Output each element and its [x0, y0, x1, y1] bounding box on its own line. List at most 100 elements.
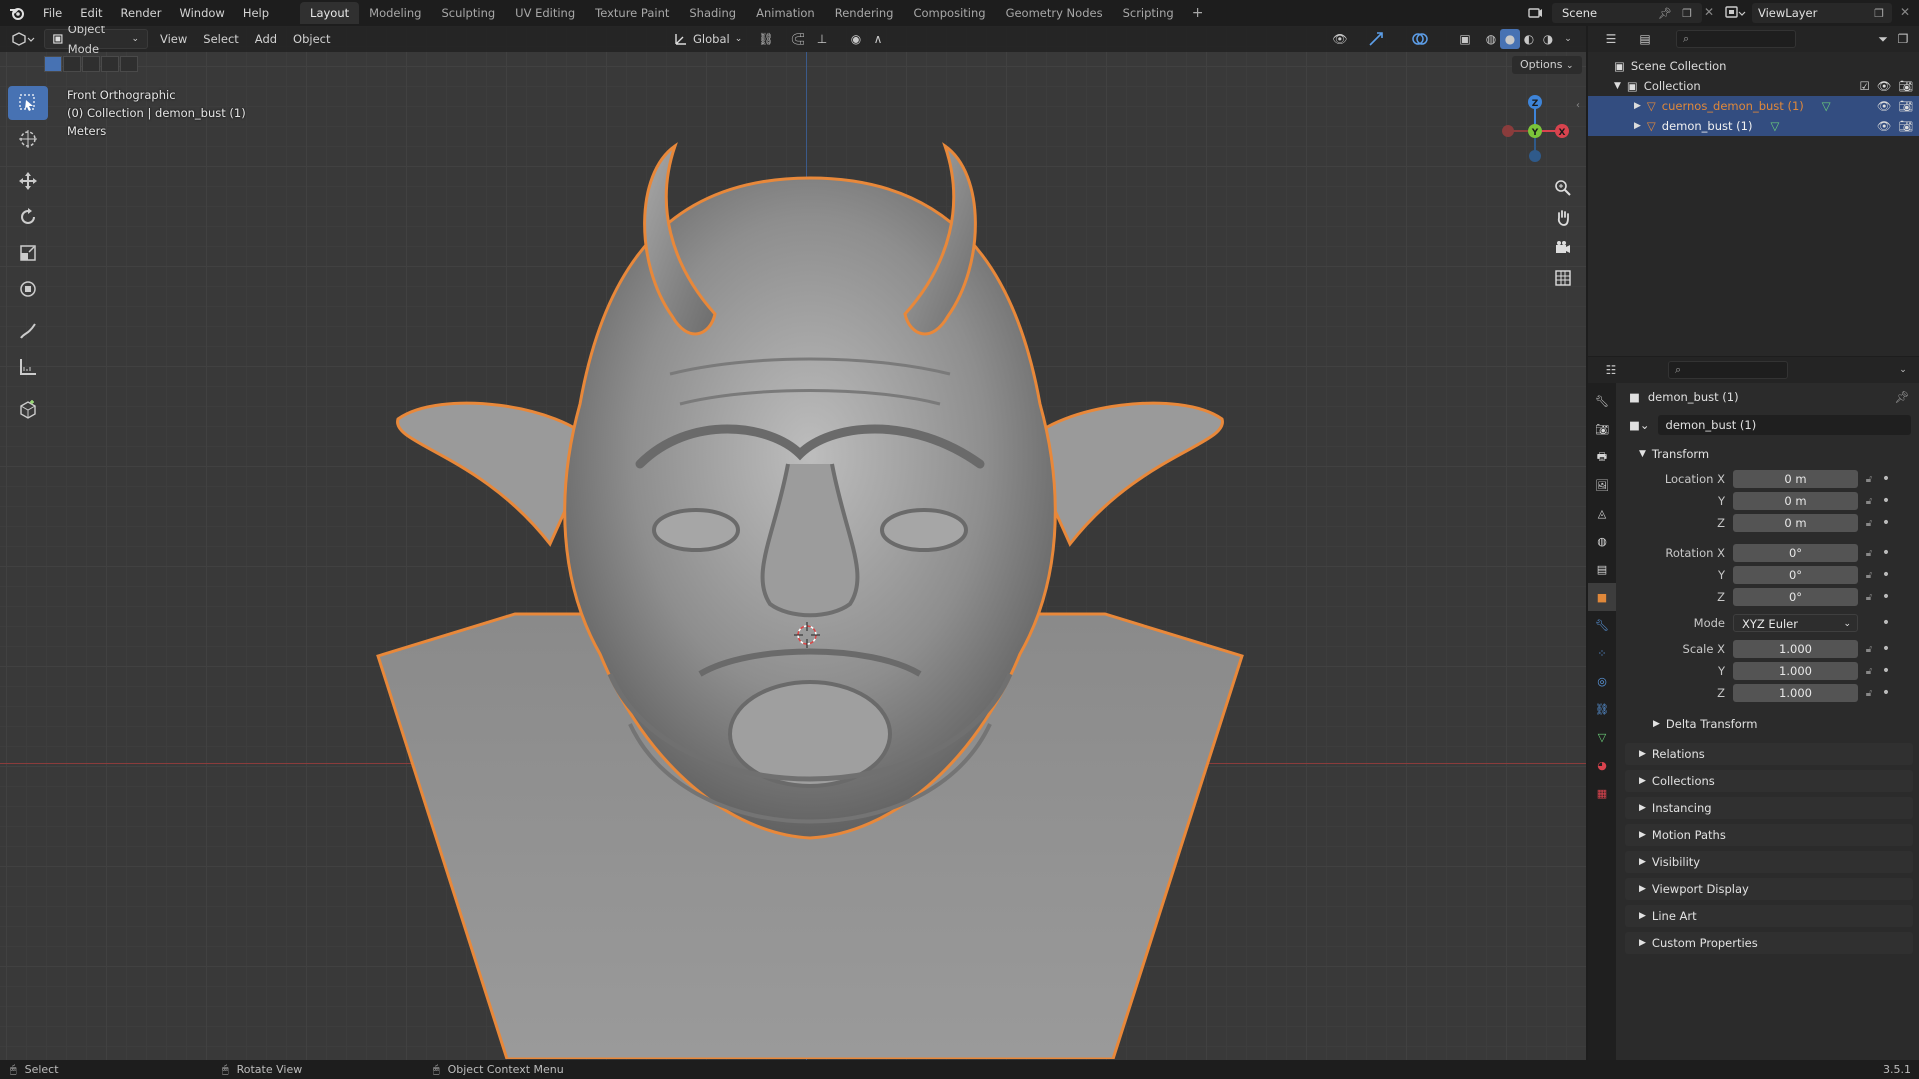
keyframe-dot-icon[interactable]: •	[1880, 641, 1892, 657]
add-cube-tool-icon[interactable]	[8, 392, 48, 426]
output-tab-icon[interactable]: 🖶	[1588, 443, 1616, 471]
annotate-tool-icon[interactable]	[8, 314, 48, 348]
lock-icon[interactable]: 🔓︎	[1858, 644, 1880, 655]
tab-layout[interactable]: Layout	[300, 2, 360, 24]
outliner-search-input[interactable]: ⌕	[1676, 30, 1796, 48]
properties-search-input[interactable]: ⌕	[1668, 361, 1788, 379]
lock-icon[interactable]: 🔓︎	[1858, 548, 1880, 559]
location-z-field[interactable]: 0 m	[1733, 514, 1858, 532]
object-tab-icon[interactable]: ■	[1588, 583, 1616, 611]
delta-transform-header[interactable]: ▶ Delta Transform	[1639, 713, 1913, 735]
tool-tab-icon[interactable]: 🔧︎	[1588, 387, 1616, 415]
xray-toggle-icon[interactable]: ▣	[1455, 29, 1475, 49]
mesh-data-icon[interactable]: ▽	[1770, 119, 1779, 133]
tab-animation[interactable]: Animation	[746, 2, 825, 24]
chevron-down-icon[interactable]: ⌄	[1893, 360, 1913, 380]
render-tab-icon[interactable]: 📷︎	[1588, 415, 1616, 443]
lock-icon[interactable]: 🔓︎	[1858, 570, 1880, 581]
tab-texture-paint[interactable]: Texture Paint	[585, 2, 679, 24]
keyframe-dot-icon[interactable]: •	[1880, 493, 1892, 509]
material-preview-icon[interactable]: ◐	[1519, 29, 1539, 49]
snap-icon[interactable]: 🧲︎	[788, 29, 808, 49]
camera-view-icon[interactable]	[1549, 234, 1577, 262]
view-layer-icon[interactable]	[1724, 4, 1746, 25]
expand-chevron-icon[interactable]: ▶	[1634, 101, 1641, 111]
tab-sculpting[interactable]: Sculpting	[431, 2, 505, 24]
scene-field[interactable]: Scene 📌︎ ❐	[1552, 3, 1702, 23]
new-collection-icon[interactable]: ❐	[1893, 29, 1913, 49]
menu-render[interactable]: Render	[112, 0, 171, 26]
3d-viewport[interactable]: Object Mode ⌄ View Select Add Object Glo…	[0, 26, 1586, 1060]
tab-geometry-nodes[interactable]: Geometry Nodes	[996, 2, 1113, 24]
object-browse-icon[interactable]: ■⌄	[1629, 418, 1650, 432]
new-scene-icon[interactable]: ❐	[1682, 7, 1692, 20]
delete-scene-icon[interactable]: ✕	[1704, 5, 1714, 19]
falloff-icon[interactable]: ∧	[868, 29, 888, 49]
view-layer-tab-icon[interactable]: 🖼︎	[1588, 471, 1616, 499]
exclude-checkbox-icon[interactable]: ☑	[1859, 79, 1869, 93]
editor-type-icon[interactable]	[8, 29, 38, 49]
rotation-x-field[interactable]: 0°	[1733, 544, 1858, 562]
object-name-field[interactable]: demon_bust (1)	[1657, 415, 1911, 435]
pin-icon[interactable]: 📌︎	[1894, 390, 1909, 404]
tab-modeling[interactable]: Modeling	[359, 2, 431, 24]
filter-icon[interactable]: ⏷	[1873, 29, 1893, 49]
display-mode-icon[interactable]: ▤	[1630, 29, 1660, 49]
gizmo-toggle-icon[interactable]	[1366, 29, 1386, 49]
move-tool-icon[interactable]	[8, 164, 48, 198]
menu-edit[interactable]: Edit	[71, 0, 111, 26]
relations-panel-header[interactable]: ▶ Relations	[1625, 743, 1913, 765]
physics-tab-icon[interactable]: ◎	[1588, 667, 1616, 695]
tree-scene-collection[interactable]: ▣ Scene Collection	[1588, 56, 1919, 76]
transform-tool-icon[interactable]	[8, 272, 48, 306]
navigation-gizmo[interactable]: Z X Y	[1490, 86, 1580, 176]
scale-z-field[interactable]: 1.000	[1733, 684, 1858, 702]
select-subtract-icon[interactable]	[82, 56, 100, 72]
lock-icon[interactable]: 🔓︎	[1858, 592, 1880, 603]
keyframe-dot-icon[interactable]: •	[1880, 515, 1892, 531]
blender-logo-icon[interactable]	[0, 0, 34, 26]
wireframe-shading-icon[interactable]: ◍	[1481, 29, 1501, 49]
visibility-eye-icon[interactable]: 👁︎	[1877, 119, 1892, 133]
line-art-panel-header[interactable]: ▶ Line Art	[1625, 905, 1913, 927]
select-extend-icon[interactable]	[63, 56, 81, 72]
lock-icon[interactable]: 🔓︎	[1858, 474, 1880, 485]
demon-bust-model[interactable]	[370, 114, 1250, 1059]
overlays-toggle-icon[interactable]	[1410, 29, 1430, 49]
expand-chevron-icon[interactable]: ▶	[1634, 121, 1641, 131]
render-camera-icon[interactable]: 📷︎	[1898, 99, 1913, 113]
keyframe-dot-icon[interactable]: •	[1880, 685, 1892, 701]
transform-panel-header[interactable]: ▼ Transform	[1625, 443, 1913, 465]
mesh-data-icon[interactable]: ▽	[1822, 99, 1831, 113]
custom-properties-panel-header[interactable]: ▶ Custom Properties	[1625, 932, 1913, 954]
render-camera-icon[interactable]: 📷︎	[1898, 79, 1913, 93]
keyframe-dot-icon[interactable]: •	[1880, 567, 1892, 583]
visibility-panel-header[interactable]: ▶ Visibility	[1625, 851, 1913, 873]
visibility-eye-icon[interactable]: 👁︎	[1877, 99, 1892, 113]
lock-icon[interactable]: 🔓︎	[1858, 496, 1880, 507]
gizmo-neg-z-axis[interactable]	[1529, 150, 1541, 162]
rotation-z-field[interactable]: 0°	[1733, 588, 1858, 606]
particles-tab-icon[interactable]: ⁘	[1588, 639, 1616, 667]
menu-file[interactable]: File	[34, 0, 71, 26]
tab-scripting[interactable]: Scripting	[1113, 2, 1184, 24]
tree-object-demon-bust[interactable]: ▶ ▽ demon_bust (1) ▽ 👁︎ 📷︎	[1588, 116, 1919, 136]
tab-rendering[interactable]: Rendering	[825, 2, 904, 24]
constraints-tab-icon[interactable]: ⛓	[1588, 695, 1616, 723]
cursor-tool-icon[interactable]	[8, 122, 48, 156]
texture-tab-icon[interactable]: ▦	[1588, 779, 1616, 807]
rotate-tool-icon[interactable]	[8, 200, 48, 234]
keyframe-dot-icon[interactable]: •	[1880, 589, 1892, 605]
perspective-grid-icon[interactable]	[1549, 264, 1577, 292]
lock-icon[interactable]: 🔓︎	[1858, 688, 1880, 699]
solid-shading-icon[interactable]: ●	[1500, 29, 1520, 49]
delete-view-layer-icon[interactable]: ✕	[1900, 5, 1910, 19]
mesh-data-tab-icon[interactable]: ▽	[1588, 723, 1616, 751]
location-x-field[interactable]: 0 m	[1733, 470, 1858, 488]
scale-tool-icon[interactable]	[8, 236, 48, 270]
keyframe-dot-icon[interactable]: •	[1880, 471, 1892, 487]
properties-editor-type-icon[interactable]: ☷	[1596, 360, 1626, 380]
select-invert-icon[interactable]	[101, 56, 119, 72]
outliner-editor-type-icon[interactable]: ☰	[1596, 29, 1626, 49]
rendered-shading-icon[interactable]: ◑	[1538, 29, 1558, 49]
